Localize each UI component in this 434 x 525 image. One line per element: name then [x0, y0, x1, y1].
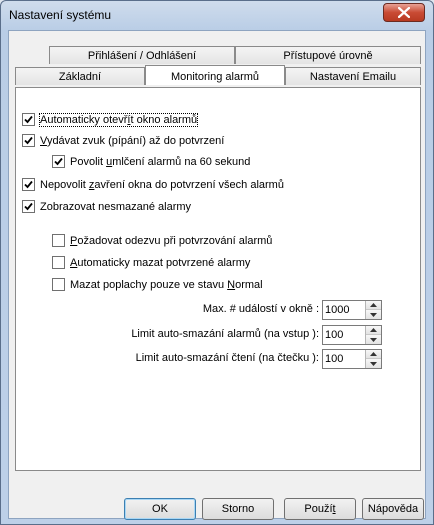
- spinner-buttons: [365, 326, 381, 344]
- close-button[interactable]: [383, 3, 425, 22]
- spin-up-button[interactable]: [366, 326, 381, 335]
- checkbox[interactable]: [22, 113, 35, 126]
- checkbox[interactable]: [52, 278, 65, 291]
- option-delete-only-normal[interactable]: Mazat poplachy pouze ve stavu Normal: [52, 278, 263, 291]
- checkbox[interactable]: [52, 234, 65, 247]
- title-bar[interactable]: Nastavení systému: [1, 1, 433, 29]
- spin-up-button[interactable]: [366, 301, 381, 310]
- checkmark-icon: [54, 157, 63, 166]
- option-prevent-close-until-ack[interactable]: Nepovolit zavření okna do potvrzení všec…: [22, 178, 284, 191]
- auto-delete-alarms-label: Limit auto-smazání alarmů (na vstup ):: [131, 328, 319, 340]
- auto-delete-reads-label: Limit auto-smazání čtení (na čtečku ):: [135, 352, 319, 364]
- option-label: Mazat poplachy pouze ve stavu Normal: [70, 278, 263, 291]
- option-beep-until-ack[interactable]: Vydávat zvuk (pípání) až do potvrzení: [22, 134, 224, 147]
- checkbox[interactable]: [22, 134, 35, 147]
- auto-delete-reads-spinner[interactable]: [322, 349, 382, 369]
- dialog-window: Nastavení systému Přihlášení / Odhlášení…: [0, 0, 434, 525]
- ok-button[interactable]: OK: [124, 498, 196, 520]
- checkmark-icon: [24, 115, 33, 124]
- tab-label: Přístupové úrovně: [283, 50, 373, 62]
- option-require-ack-response[interactable]: Požadovat odezvu při potvrzování alarmů: [52, 234, 272, 247]
- cancel-button-label: Storno: [221, 503, 255, 515]
- checkbox[interactable]: [22, 178, 35, 191]
- checkmark-icon: [24, 180, 33, 189]
- apply-button[interactable]: Použít: [284, 498, 356, 520]
- checkbox[interactable]: [52, 256, 65, 269]
- alarm-monitoring-panel: Automaticky otevřít okno alarmů Vydávat …: [15, 87, 421, 471]
- arrow-up-icon: [370, 328, 377, 332]
- tab-label: Přihlášení / Odhlášení: [87, 50, 197, 62]
- help-button[interactable]: Nápověda: [362, 498, 424, 520]
- tab-access-levels[interactable]: Přístupové úrovně: [235, 46, 421, 64]
- arrow-up-icon: [370, 352, 377, 356]
- spinner-buttons: [365, 350, 381, 368]
- tab-alarm-monitoring[interactable]: Monitoring alarmů: [145, 65, 285, 85]
- auto-delete-reads-input[interactable]: [323, 350, 361, 368]
- spin-down-button[interactable]: [366, 310, 381, 319]
- arrow-down-icon: [370, 337, 377, 342]
- tab-basic[interactable]: Základní: [15, 67, 145, 85]
- arrow-up-icon: [370, 303, 377, 307]
- spin-down-button[interactable]: [366, 335, 381, 344]
- close-icon: [398, 7, 410, 18]
- option-label: Vydávat zvuk (pípání) až do potvrzení: [40, 134, 225, 147]
- max-events-input[interactable]: [323, 301, 361, 319]
- checkbox[interactable]: [22, 200, 35, 213]
- option-label: Požadovat odezvu při potvrzování alarmů: [70, 234, 273, 247]
- spinner-buttons: [365, 301, 381, 319]
- checkbox[interactable]: [52, 155, 65, 168]
- spin-up-button[interactable]: [366, 350, 381, 359]
- dialog-client-area: Přihlášení / Odhlášení Přístupové úrovně…: [8, 30, 426, 520]
- option-label: Automaticky otevřít okno alarmů: [38, 112, 199, 127]
- max-events-label: Max. # událostí v okně :: [202, 303, 319, 315]
- option-label: Nepovolit zavření okna do potvrzení všec…: [40, 178, 284, 191]
- arrow-down-icon: [370, 312, 377, 317]
- checkmark-icon: [24, 136, 33, 145]
- apply-button-label: Použít: [304, 503, 336, 515]
- arrow-down-icon: [370, 361, 377, 366]
- option-show-undeleted-alarms[interactable]: Zobrazovat nesmazané alarmy: [22, 200, 191, 213]
- option-auto-delete-acked[interactable]: Automaticky mazat potvrzené alarmy: [52, 256, 250, 269]
- option-label: Povolit umlčení alarmů na 60 sekund: [70, 155, 251, 168]
- ok-button-label: OK: [152, 503, 168, 515]
- checkmark-icon: [24, 202, 33, 211]
- tab-email-settings[interactable]: Nastavení Emailu: [285, 67, 421, 85]
- option-label: Automaticky mazat potvrzené alarmy: [70, 256, 251, 269]
- option-label: Zobrazovat nesmazané alarmy: [40, 200, 192, 213]
- tab-label: Monitoring alarmů: [170, 71, 260, 83]
- spin-down-button[interactable]: [366, 359, 381, 368]
- window-title: Nastavení systému: [9, 8, 112, 22]
- tab-label: Nastavení Emailu: [309, 71, 397, 83]
- cancel-button[interactable]: Storno: [202, 498, 274, 520]
- help-button-label: Nápověda: [367, 503, 419, 515]
- auto-delete-alarms-spinner[interactable]: [322, 325, 382, 345]
- tab-login-logout[interactable]: Přihlášení / Odhlášení: [49, 46, 235, 64]
- option-auto-open-alarm-window[interactable]: Automaticky otevřít okno alarmů: [22, 112, 199, 127]
- auto-delete-alarms-input[interactable]: [323, 326, 361, 344]
- option-allow-mute-60s[interactable]: Povolit umlčení alarmů na 60 sekund: [52, 155, 250, 168]
- max-events-spinner[interactable]: [322, 300, 382, 320]
- tab-label: Základní: [58, 71, 102, 83]
